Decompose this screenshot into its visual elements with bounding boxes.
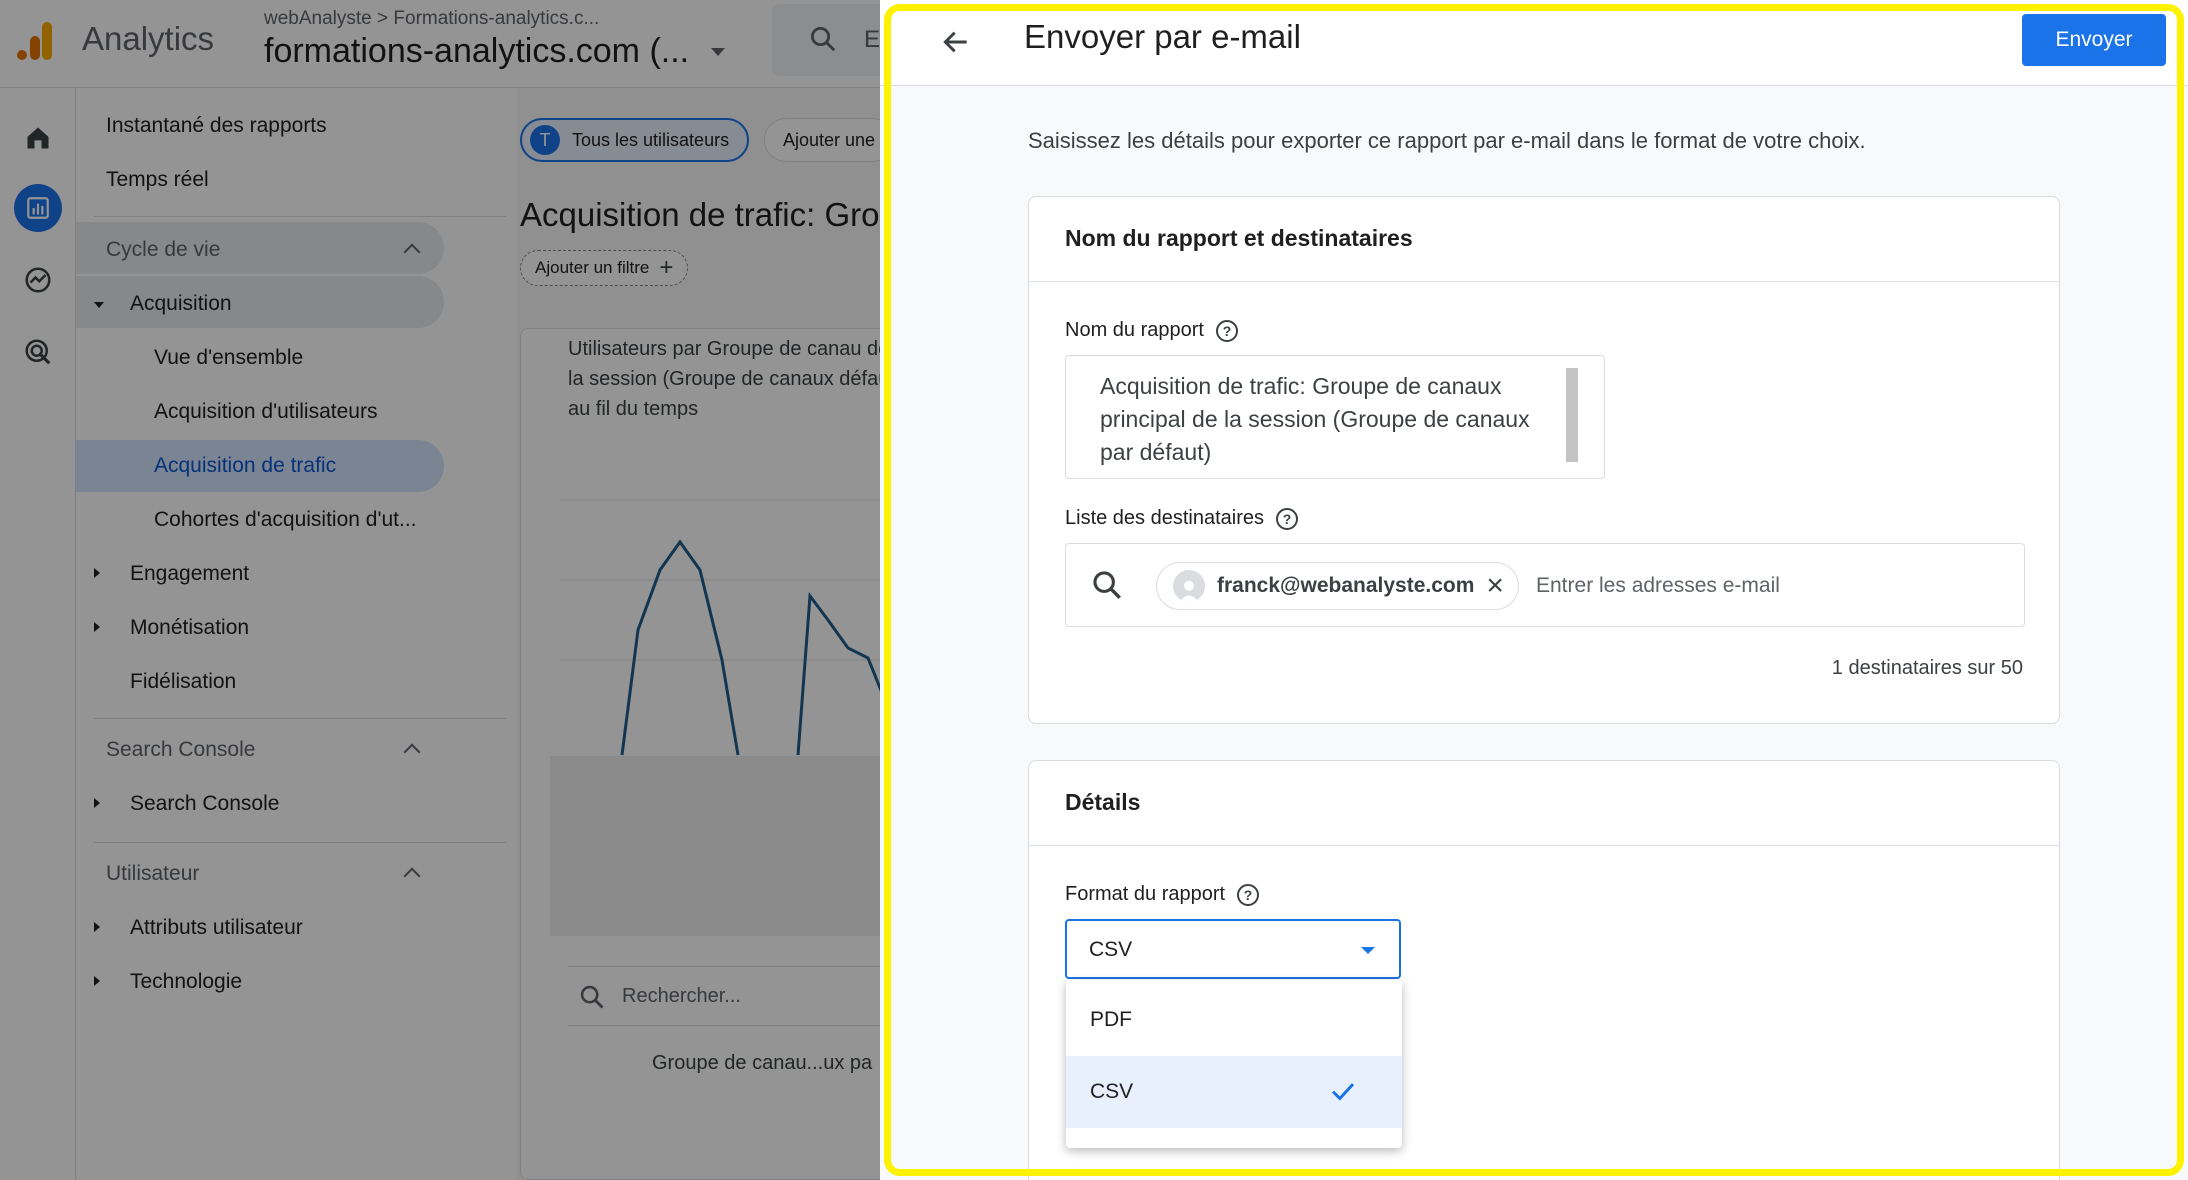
checkmark-icon [1331,1083,1355,1101]
report-name-field[interactable]: Acquisition de trafic: Groupe de canaux … [1065,355,1605,479]
close-icon[interactable]: × [1486,571,1504,601]
report-name-label-text: Nom du rapport [1065,319,1204,341]
send-button[interactable]: Envoyer [2022,14,2166,66]
arrow-left-icon [943,31,967,53]
scrollbar[interactable] [1566,368,1578,462]
option-label: PDF [1090,1008,1132,1031]
recipients-label-text: Liste des destinataires [1065,507,1265,529]
dropdown-arrow-icon [1361,947,1375,954]
person-icon [1179,580,1199,602]
format-dropdown-menu: PDF CSV [1066,980,1402,1148]
search-icon [1093,571,1121,599]
recipient-chip[interactable]: franck@webanalyste.com × [1156,562,1519,610]
format-select[interactable]: CSV [1065,919,1401,979]
help-icon[interactable]: ? [1237,883,1260,906]
report-name-recipients-panel: Nom du rapport et destinataires Nom du r… [1028,196,2060,724]
help-icon[interactable]: ? [1215,319,1238,342]
back-button[interactable] [932,18,980,66]
recipients-label: Liste des destinataires ? [1065,507,1299,530]
help-icon[interactable]: ? [1276,507,1299,530]
section-divider [1029,281,2059,282]
recipients-count: 1 destinataires sur 50 [1831,657,2023,679]
drawer-intro-text: Saisissez les détails pour exporter ce r… [1028,128,1866,153]
recipient-email: franck@webanalyste.com [1217,574,1475,597]
format-label-text: Format du rapport [1065,883,1226,905]
option-label: CSV [1090,1080,1134,1103]
section-divider [1029,845,2059,846]
format-option-csv[interactable]: CSV [1066,1056,1402,1128]
recipients-field[interactable]: franck@webanalyste.com × [1065,543,2025,627]
avatar [1173,570,1205,602]
section-title: Détails [1065,789,1141,815]
format-label: Format du rapport ? [1065,883,1260,906]
drawer-header: Envoyer par e-mail Envoyer [880,0,2188,86]
recipient-email-input[interactable] [1536,562,1996,610]
format-select-value: CSV [1089,938,1133,961]
section-title: Nom du rapport et destinataires [1065,225,1413,251]
report-name-value: Acquisition de trafic: Groupe de canaux … [1100,373,1530,465]
format-option-pdf[interactable]: PDF [1066,984,1402,1056]
drawer-title: Envoyer par e-mail [1024,18,1301,55]
report-name-label: Nom du rapport ? [1065,319,1238,342]
